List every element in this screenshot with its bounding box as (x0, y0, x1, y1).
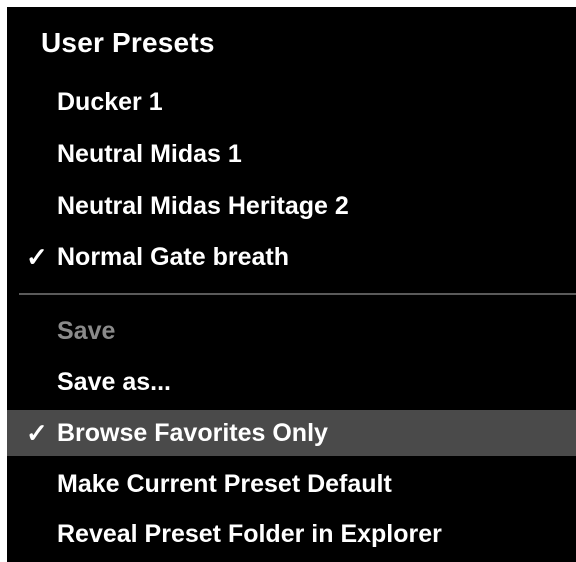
menu-item-save: Save (7, 308, 576, 354)
menu-item-label: Neutral Midas Heritage 2 (57, 192, 349, 220)
menu-header-user-presets: User Presets (41, 27, 215, 58)
menu-item-save-as[interactable]: Save as... (7, 359, 576, 405)
presets-menu: User Presets Ducker 1 Neutral Midas 1 Ne… (7, 7, 576, 562)
menu-separator (19, 293, 576, 295)
menu-item-label: Normal Gate breath (57, 243, 290, 271)
checkmark-icon: ✓ (26, 418, 48, 448)
menu-item-normal-gate-breath[interactable]: ✓ Normal Gate breath (7, 234, 576, 280)
menu-item-label: Reveal Preset Folder in Explorer (57, 520, 442, 548)
menu-item-label: Save (57, 317, 116, 345)
menu-item-ducker-1[interactable]: Ducker 1 (7, 79, 576, 125)
menu-item-neutral-midas-1[interactable]: Neutral Midas 1 (7, 131, 576, 177)
menu-item-label: Neutral Midas 1 (57, 140, 242, 168)
checkmark-icon: ✓ (26, 242, 48, 272)
menu-item-neutral-midas-heritage-2[interactable]: Neutral Midas Heritage 2 (7, 183, 576, 229)
menu-item-label: Ducker 1 (57, 88, 163, 116)
menu-item-browse-favorites-only[interactable]: ✓ Browse Favorites Only (7, 410, 576, 456)
menu-item-make-current-preset-default[interactable]: Make Current Preset Default (7, 461, 576, 507)
menu-item-label: Browse Favorites Only (57, 419, 328, 447)
menu-item-reveal-preset-folder[interactable]: Reveal Preset Folder in Explorer (7, 511, 576, 557)
menu-item-label: Save as... (57, 368, 171, 396)
menu-item-label: Make Current Preset Default (57, 470, 392, 498)
